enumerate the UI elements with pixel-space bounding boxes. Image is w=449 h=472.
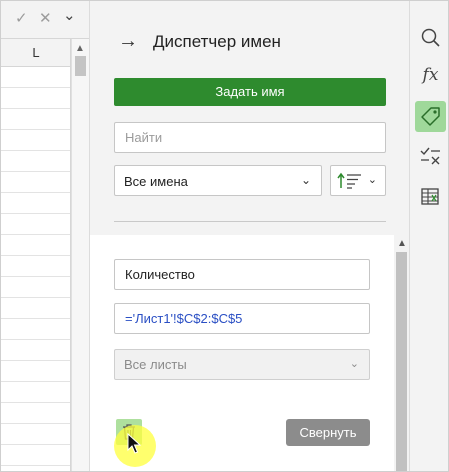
search-button[interactable] xyxy=(415,22,446,53)
scroll-up-arrow-icon[interactable]: ▲ xyxy=(75,43,85,54)
table-button[interactable] xyxy=(415,181,446,212)
search-icon xyxy=(421,28,440,47)
scroll-thumb[interactable] xyxy=(396,252,407,471)
sheet-vertical-scrollbar[interactable]: ▲ xyxy=(71,39,89,471)
sort-button[interactable]: ⌄ xyxy=(330,165,386,196)
right-toolbar: fx xyxy=(409,1,448,471)
scroll-up-arrow-icon[interactable]: ▲ xyxy=(397,238,407,249)
table-icon xyxy=(421,188,439,205)
mouse-cursor-highlight xyxy=(114,425,156,467)
divider xyxy=(114,221,386,222)
check-clear-icon xyxy=(420,147,440,165)
mouse-pointer-icon xyxy=(127,433,141,454)
panel-vertical-scrollbar[interactable]: ▲ xyxy=(394,235,410,471)
function-icon: fx xyxy=(422,65,439,85)
reference-field[interactable]: ='Лист1'!$C$2:$C$5 xyxy=(114,303,370,334)
chevron-down-icon: ⌄ xyxy=(367,174,377,186)
tag-icon xyxy=(421,107,440,126)
name-edit-form: Количество ='Лист1'!$C$2:$C$5 Все листы … xyxy=(90,235,394,471)
scroll-thumb[interactable] xyxy=(75,56,86,76)
formula-bar: ✓ ✕ ⌄ xyxy=(1,1,89,39)
filter-select-value: Все имена xyxy=(124,174,188,189)
sort-icon xyxy=(337,172,361,189)
app-window: ✓ ✕ ⌄ L ▲ → Диспетчер имен Задать имя Вс… xyxy=(0,0,449,472)
column-header-l[interactable]: L xyxy=(1,39,71,67)
spreadsheet-area: ✓ ✕ ⌄ L ▲ xyxy=(1,1,89,471)
scope-select[interactable]: Все листы ⌄ xyxy=(114,349,370,380)
expand-formula-icon[interactable]: ⌄ xyxy=(63,7,76,25)
function-button[interactable]: fx xyxy=(415,61,446,92)
panel-header: → Диспетчер имен xyxy=(90,1,410,81)
arrow-right-icon[interactable]: → xyxy=(118,30,138,53)
panel-title: Диспетчер имен xyxy=(153,32,281,51)
cell-grid[interactable] xyxy=(1,67,71,471)
name-field[interactable]: Количество xyxy=(114,259,370,290)
cancel-icon[interactable]: ✕ xyxy=(39,10,52,28)
chevron-down-icon: ⌄ xyxy=(349,358,359,370)
confirm-icon[interactable]: ✓ xyxy=(15,10,28,28)
chevron-down-icon: ⌄ xyxy=(300,173,311,187)
name-manager-panel: → Диспетчер имен Задать имя Все имена ⌄ … xyxy=(89,1,410,471)
scope-select-value: Все листы xyxy=(124,357,187,372)
collapse-button[interactable]: Свернуть xyxy=(286,419,370,446)
check-clear-button[interactable] xyxy=(415,141,446,172)
search-input[interactable] xyxy=(114,122,386,153)
define-name-button[interactable]: Задать имя xyxy=(114,78,386,106)
filter-select[interactable]: Все имена ⌄ xyxy=(114,165,322,196)
name-manager-button[interactable] xyxy=(415,101,446,132)
